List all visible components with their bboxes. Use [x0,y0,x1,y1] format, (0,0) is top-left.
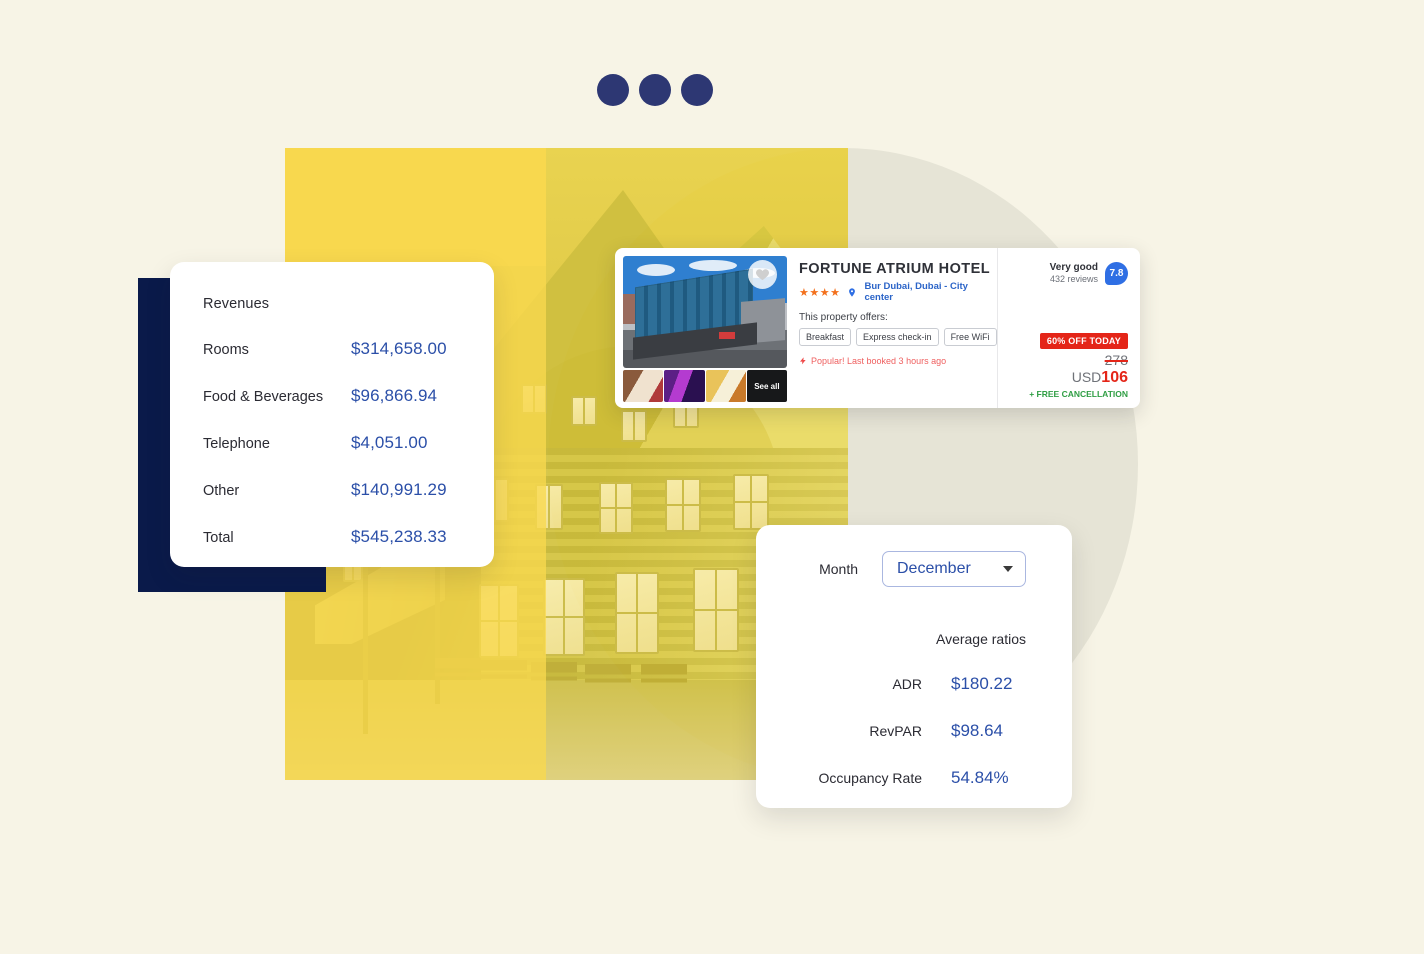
free-cancellation-label: + FREE CANCELLATION [1029,389,1128,399]
revenue-label: Total [203,530,234,546]
ratio-row-adr: ADR $180.22 [756,674,1026,694]
revenue-value: $314,658.00 [351,339,447,358]
thumbnail-lounge[interactable] [664,370,705,402]
ratio-label: Occupancy Rate [818,770,923,786]
amenity-chips: Breakfast Express check-in Free WiFi [799,328,997,346]
revenue-label: Telephone [203,436,270,452]
dot-3-icon [681,74,713,106]
month-select-value: December [897,560,971,577]
price-amount: 106 [1101,369,1128,386]
amenity-chip-express-checkin: Express check-in [856,328,939,346]
hotel-info: FORTUNE ATRIUM HOTEL ★★★★ Bur Dubai, Dub… [787,248,997,408]
amenity-chip-free-wifi: Free WiFi [943,328,997,346]
window-icon [543,578,585,656]
hotel-rating-price-panel: Very good 432 reviews 7.8 60% OFF TODAY … [996,248,1140,408]
revenue-value: $140,991.29 [351,480,447,499]
see-all-label: See all [754,381,780,391]
hotel-deal-area: 60% OFF TODAY 278 USD106 + FREE CANCELLA… [1029,331,1128,399]
old-price: 278 [1104,352,1128,368]
favorite-heart-icon[interactable] [748,260,777,289]
popular-notice: Popular! Last booked 3 hours ago [799,355,997,367]
dot-2-icon [639,74,671,106]
chevron-down-icon [1003,566,1013,572]
revenue-row-telephone: Telephone $4,051.00 [203,433,464,453]
window-icon [615,572,659,654]
window-icon [571,396,597,426]
discount-badge: 60% OFF TODAY [1039,333,1128,349]
hotel-listing-card[interactable]: See all FORTUNE ATRIUM HOTEL ★★★★ Bur Du… [615,248,1140,408]
average-ratios-title: Average ratios [935,631,1026,647]
page-stage: Revenues Rooms $314,658.00 Food & Bevera… [0,0,1424,954]
ratio-row-revpar: RevPAR $98.64 [756,721,1026,741]
bench-icon [585,664,631,692]
rating-label: Very good [1049,262,1098,273]
ratio-value: $98.64 [951,721,1003,740]
thumbnail-interior[interactable] [705,370,746,402]
lightning-bolt-icon [799,355,807,367]
yellow-solid-rect [285,148,546,266]
average-ratios-card: Month December Average ratios ADR $180.2… [756,525,1072,808]
revenue-row-other: Other $140,991.29 [203,480,464,500]
hotel-meta-row: ★★★★ Bur Dubai, Dubai - City center [799,281,997,303]
current-price: USD106 [1029,369,1128,387]
revenue-label: Food & Beverages [203,389,324,405]
revenue-row-food-beverages: Food & Beverages $96,866.94 [203,386,464,406]
month-selector-row: Month December [756,551,1026,587]
window-icon [621,410,647,442]
hotel-name: FORTUNE ATRIUM HOTEL [799,261,991,277]
revenue-row-total: Total $545,238.33 [203,527,464,547]
popular-text: Popular! Last booked 3 hours ago [811,356,947,366]
hotel-media: See all [615,248,787,408]
location-pin-icon [847,286,857,299]
price-currency: USD [1071,369,1102,385]
window-icon [693,568,739,652]
revenue-row-rooms: Rooms $314,658.00 [203,339,464,359]
amenity-chip-breakfast: Breakfast [799,328,852,346]
window-icon [733,474,769,530]
hotel-location: Bur Dubai, Dubai - City center [864,281,968,303]
window-icon [665,478,701,532]
thumbnail-see-all[interactable]: See all [746,370,787,402]
dots-group [597,74,713,106]
bench-icon [641,664,687,692]
hotel-thumbnail-strip[interactable]: See all [623,370,787,402]
revenues-card: Revenues Rooms $314,658.00 Food & Bevera… [170,262,494,567]
revenue-value: $545,238.33 [351,527,447,546]
star-rating-icon: ★★★★ [799,286,841,299]
revenue-value: $4,051.00 [351,433,428,452]
rating-score-badge: 7.8 [1105,262,1128,285]
ratio-value: $180.22 [951,674,1013,693]
ratio-label: ADR [892,676,922,692]
revenue-label: Rooms [203,342,249,358]
revenues-title: Revenues [203,296,270,312]
rating-reviews: 432 reviews [1049,274,1098,284]
hotel-rating: Very good 432 reviews 7.8 [998,262,1128,285]
ratio-label: RevPAR [869,723,922,739]
ratio-value: 54.84% [951,768,1009,787]
revenue-value: $96,866.94 [351,386,438,405]
window-icon [599,482,633,534]
dot-1-icon [597,74,629,106]
month-select[interactable]: December [882,551,1026,587]
revenue-label: Other [203,483,240,499]
thumbnail-room[interactable] [623,370,664,402]
ratio-row-occupancy: Occupancy Rate 54.84% [756,768,1026,788]
offers-label: This property offers: [799,312,888,323]
month-label: Month [819,561,858,577]
